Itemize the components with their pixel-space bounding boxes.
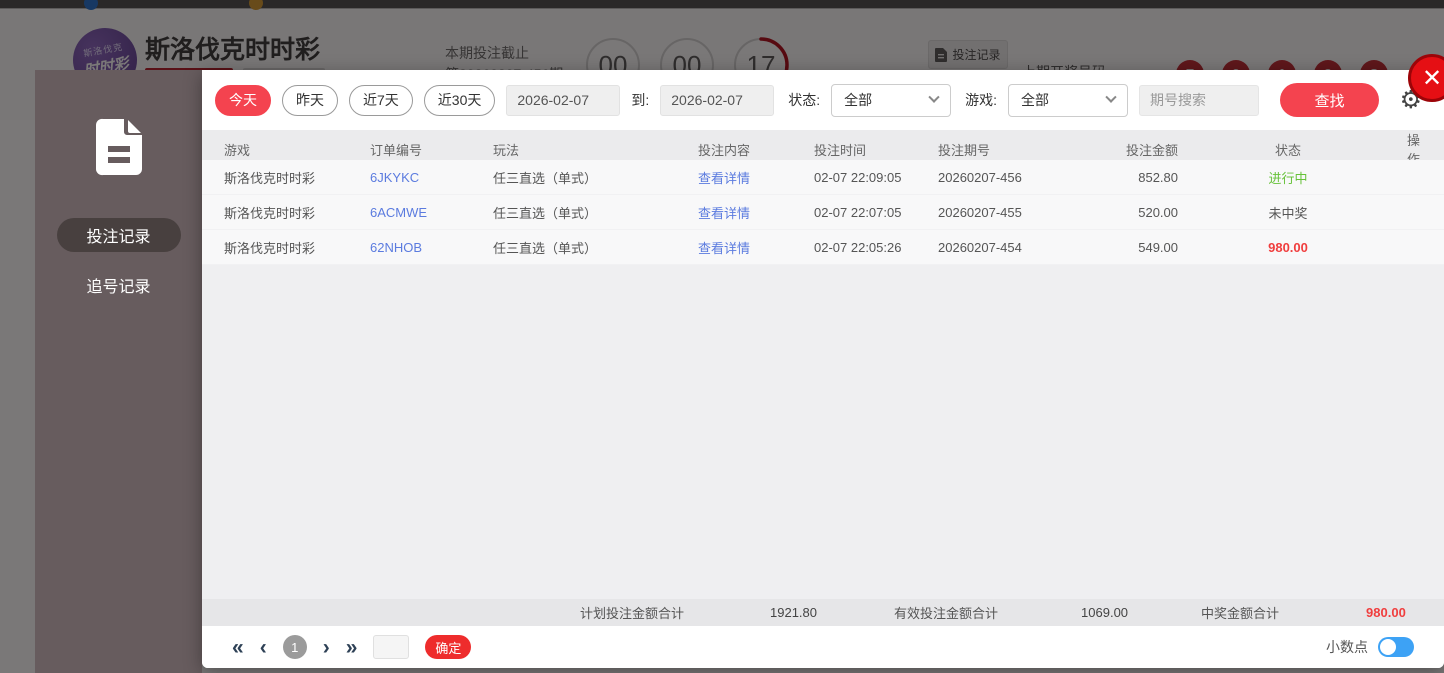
chevron-down-icon	[928, 91, 940, 103]
column-header: 游戏	[224, 142, 251, 158]
quick-range-group: 今天 昨天 近7天 近30天	[215, 84, 496, 116]
betting-records-page: 斯洛伐克 时时彩 斯洛伐克时时彩 本期投注截止 第20260207-456期 0…	[0, 0, 1444, 673]
status-label: 状态:	[788, 92, 821, 108]
bet-amount-cell: 852.80	[1138, 169, 1178, 185]
game-label: 游戏:	[965, 92, 998, 108]
bet-time-cell: 02-07 22:09:05	[814, 169, 902, 185]
column-header: 订单编号	[370, 142, 423, 158]
column-header: 投注金额	[1125, 142, 1178, 158]
table-row: 斯洛伐克时时彩 6ACMWE 任三直选（单式） 查看详情 02-07 22:07:05 2…	[202, 195, 1444, 230]
order-number-link[interactable]: 62NHOB	[370, 240, 493, 255]
quick-range-yesterday[interactable]: 昨天	[282, 84, 338, 116]
date-from-input[interactable]	[506, 84, 621, 116]
game-select-value: 全部	[1021, 92, 1050, 108]
won-total-value: 980.00	[1366, 605, 1406, 620]
page-number[interactable]: 1	[282, 635, 307, 659]
game-select[interactable]: 全部	[1008, 83, 1129, 117]
prev-page-icon[interactable]: ‹	[260, 637, 267, 658]
next-page-icon[interactable]: ›	[323, 637, 330, 658]
table-row: 斯洛伐克时时彩 6JKYKC 任三直选（单式） 查看详情 02-07 22:09:05 2…	[202, 160, 1444, 195]
game-cell: 斯洛伐克时时彩	[224, 170, 316, 186]
chevron-down-icon	[1105, 91, 1117, 103]
planned-total-label: 计划投注金额合计	[580, 606, 685, 621]
sidebar-menu: 投注记录 追号记录	[35, 218, 202, 302]
sidebar-item-betting-records[interactable]: 投注记录	[56, 218, 181, 252]
column-header: 玩法	[493, 142, 520, 158]
valid-total-label: 有效投注金额合计	[894, 606, 999, 621]
bet-amount-cell: 549.00	[1138, 239, 1178, 255]
quick-range-today[interactable]: 今天	[215, 84, 271, 116]
records-table: 游戏订单编号玩法投注内容投注时间投注期号投注金额状态操作 斯洛伐克时时彩6JKY…	[202, 130, 1444, 599]
bet-period-cell: 20260207-455	[938, 204, 1022, 220]
order-number-link[interactable]: 6ACMWE	[370, 205, 493, 220]
status-cell: 未中奖	[1268, 205, 1308, 221]
play-type-cell: 任三直选（单式）	[493, 170, 598, 186]
status-cell: 980.00	[1268, 239, 1308, 255]
game-cell: 斯洛伐克时时彩	[224, 205, 316, 221]
bet-period-cell: 20260207-456	[938, 169, 1022, 185]
bet-time-cell: 02-07 22:05:26	[814, 239, 902, 255]
valid-total-value: 1069.00	[1081, 605, 1129, 620]
to-label: 到:	[631, 92, 650, 108]
bet-time-cell: 02-07 22:07:05	[814, 204, 902, 220]
date-to-input[interactable]	[660, 84, 775, 116]
decimal-control: 小数点	[1326, 637, 1414, 657]
column-header: 投注内容	[698, 142, 751, 158]
period-search-input[interactable]	[1139, 84, 1260, 116]
summary-bar: 计划投注金额合计 1921.80 有效投注金额合计 1069.00 中奖金额合计…	[202, 599, 1444, 626]
table-header-row: 游戏订单编号玩法投注内容投注时间投注期号投注金额状态操作	[202, 130, 1444, 167]
decimal-label: 小数点	[1326, 639, 1368, 655]
document-icon	[95, 118, 142, 176]
table-body: 斯洛伐克时时彩 6JKYKC 任三直选（单式） 查看详情 02-07 22:09:05 2…	[202, 160, 1444, 265]
betting-records-modal: 今天昨天近7天近30天 到: 状态: 全部 游戏: 全部 查找 ⚙ 游戏 订单编号…	[202, 70, 1444, 668]
page-jump-input[interactable]	[373, 635, 410, 659]
column-header: 投注期号	[938, 142, 991, 158]
search-button[interactable]: 查找	[1280, 83, 1380, 117]
first-page-icon[interactable]: «	[232, 637, 244, 658]
won-total-label: 中奖金额合计	[1201, 606, 1280, 621]
view-details-link[interactable]: 查看详情	[698, 238, 798, 257]
table-row: 斯洛伐克时时彩 62NHOB 任三直选（单式） 查看详情 02-07 22:05:26 2…	[202, 230, 1444, 265]
play-type-cell: 任三直选（单式）	[493, 240, 598, 256]
records-sidebar: 投注记录 追号记录	[35, 70, 202, 673]
planned-total-value: 1921.80	[770, 605, 818, 620]
bet-period-cell: 20260207-454	[938, 239, 1022, 255]
play-type-cell: 任三直选（单式）	[493, 205, 598, 221]
quick-range-last7days[interactable]: 近7天	[349, 84, 413, 116]
bet-amount-cell: 520.00	[1138, 204, 1178, 220]
filter-bar: 今天昨天近7天近30天 到: 状态: 全部 游戏: 全部 查找 ⚙	[202, 70, 1444, 130]
column-header: 投注时间	[814, 142, 867, 158]
status-select[interactable]: 全部	[831, 83, 952, 117]
view-details-link[interactable]: 查看详情	[698, 168, 798, 187]
order-number-link[interactable]: 6JKYKC	[370, 170, 493, 185]
status-cell: 进行中	[1268, 170, 1308, 186]
last-page-icon[interactable]: »	[346, 637, 358, 658]
game-cell: 斯洛伐克时时彩	[224, 240, 316, 256]
quick-range-last30days[interactable]: 近30天	[423, 84, 496, 116]
view-details-link[interactable]: 查看详情	[698, 203, 798, 222]
pagination-bar: « ‹ 1 › » 确定 小数点	[202, 626, 1444, 668]
page-confirm-button[interactable]: 确定	[425, 635, 472, 659]
sidebar-item-chase-records[interactable]: 追号记录	[57, 268, 181, 302]
decimal-toggle[interactable]	[1378, 637, 1414, 657]
column-header: 状态	[1274, 142, 1301, 158]
status-select-value: 全部	[844, 92, 873, 108]
